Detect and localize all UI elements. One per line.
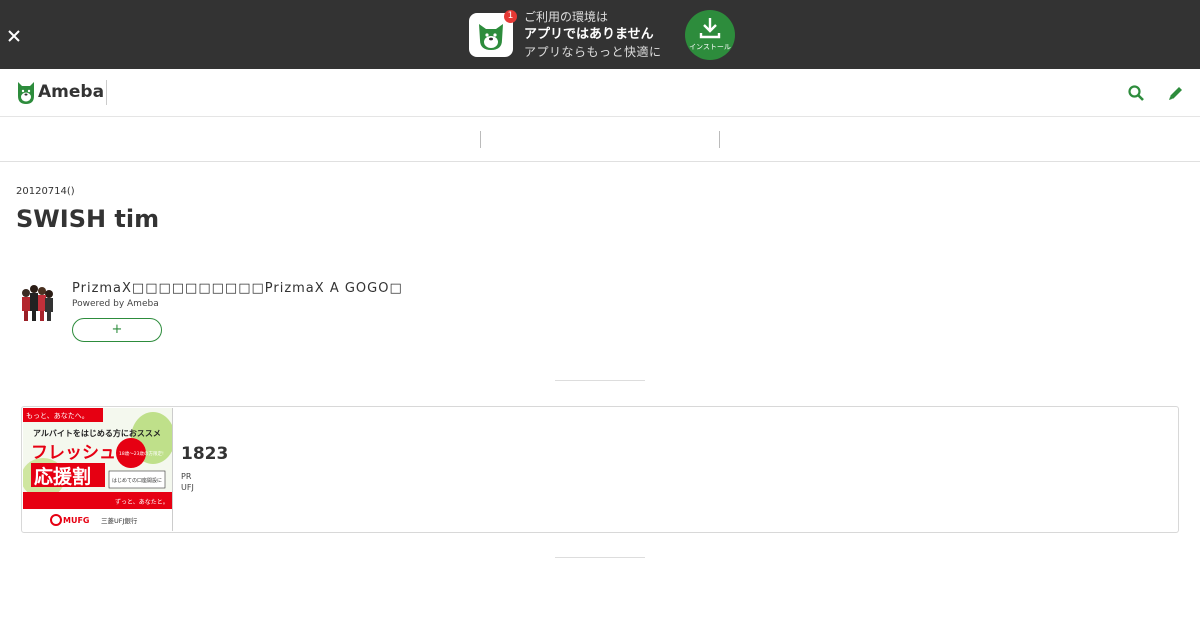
article-title: SWISH tim xyxy=(16,205,160,233)
divider xyxy=(555,557,645,558)
ameba-logo[interactable]: Ameba xyxy=(16,80,104,105)
article-date: 20120714() xyxy=(16,186,75,197)
search-icon[interactable] xyxy=(1127,84,1145,102)
install-label: インストール xyxy=(689,43,731,51)
blog-name[interactable]: PrizmaX□□□□□□□□□□PrizmaX A GOGO□ xyxy=(72,281,403,296)
ad-img-big2: 応援割 xyxy=(34,465,91,488)
nav-separator xyxy=(719,131,720,148)
nav-separator xyxy=(480,131,481,148)
ad-image[interactable]: もっと、あなたへ。 アルバイトをはじめる方におススメ フレッシュ 応援割 18歳… xyxy=(23,408,173,531)
divider xyxy=(555,380,645,381)
banner-line2: アプリではありません xyxy=(524,27,654,42)
ad-source: UFJ xyxy=(181,483,194,492)
logo-divider xyxy=(106,80,107,105)
download-icon xyxy=(699,18,721,39)
install-button[interactable]: インストール xyxy=(685,10,735,60)
notification-badge: 1 xyxy=(504,10,517,23)
site-header: Ameba xyxy=(0,69,1200,117)
ad-img-slogan: ずっと、あなたと。 xyxy=(115,498,169,506)
ad-card[interactable]: もっと、あなたへ。 アルバイトをはじめる方におススメ フレッシュ 応援割 18歳… xyxy=(21,406,1179,533)
ad-title[interactable]: 1823 xyxy=(181,444,228,464)
ad-img-big1: フレッシュ xyxy=(31,443,116,463)
ad-img-headline: アルバイトをはじめる方におススメ xyxy=(33,428,161,438)
banner-line1: ご利用の環境は xyxy=(524,10,609,24)
ameba-logo-icon xyxy=(18,82,34,104)
ad-img-sub: はじめての口座開設に xyxy=(112,477,162,484)
banner-line3: アプリならもっと快適に xyxy=(524,45,662,59)
ad-img-brand: MUFG xyxy=(63,516,90,525)
powered-by: Powered by Ameba xyxy=(72,299,159,309)
ad-img-top: もっと、あなたへ。 xyxy=(26,412,89,420)
ad-img-bank: 三菱UFJ銀行 xyxy=(101,516,138,525)
follow-button[interactable]: + xyxy=(72,318,162,342)
app-install-banner: 1 ご利用の環境は アプリではありません アプリならもっと快適に インストール xyxy=(0,0,1200,69)
ad-img-circle: 18歳〜23歳の方限定! xyxy=(119,450,164,457)
sub-navigation xyxy=(0,117,1200,162)
logo-text: Ameba xyxy=(38,82,105,102)
banner-text: ご利用の環境は アプリではありません アプリならもっと快適に xyxy=(524,9,662,61)
ad-pr-label: PR xyxy=(181,472,192,481)
avatar[interactable] xyxy=(18,280,56,322)
close-icon[interactable] xyxy=(6,28,22,44)
pencil-icon[interactable] xyxy=(1167,84,1185,102)
